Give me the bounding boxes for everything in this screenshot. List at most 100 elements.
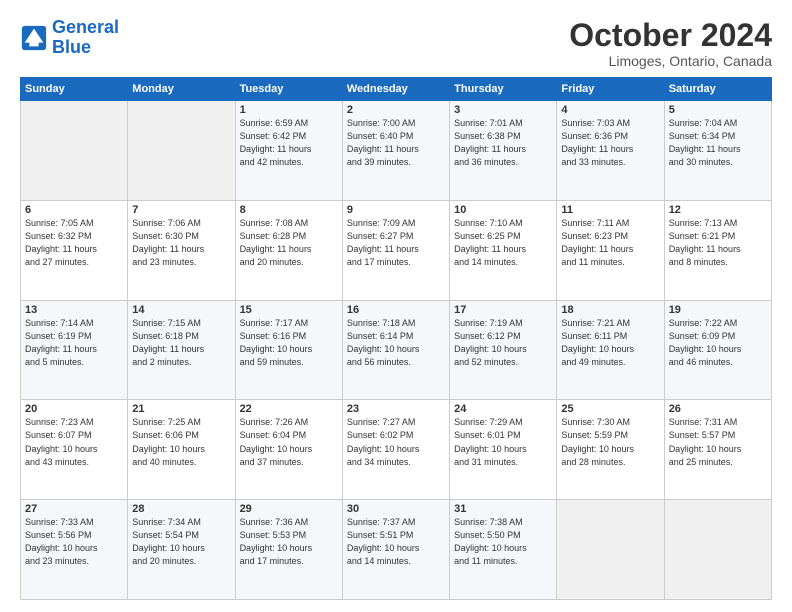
calendar-cell: 5Sunrise: 7:04 AMSunset: 6:34 PMDaylight… bbox=[664, 101, 771, 201]
calendar-cell: 7Sunrise: 7:06 AMSunset: 6:30 PMDaylight… bbox=[128, 200, 235, 300]
day-info: Sunrise: 7:21 AMSunset: 6:11 PMDaylight:… bbox=[561, 317, 659, 369]
day-number: 14 bbox=[132, 304, 230, 316]
day-info: Sunrise: 7:08 AMSunset: 6:28 PMDaylight:… bbox=[240, 217, 338, 269]
day-number: 5 bbox=[669, 104, 767, 116]
calendar-cell: 22Sunrise: 7:26 AMSunset: 6:04 PMDayligh… bbox=[235, 400, 342, 500]
calendar-cell: 2Sunrise: 7:00 AMSunset: 6:40 PMDaylight… bbox=[342, 101, 449, 201]
calendar-cell: 18Sunrise: 7:21 AMSunset: 6:11 PMDayligh… bbox=[557, 300, 664, 400]
month-title: October 2024 bbox=[569, 18, 772, 53]
location: Limoges, Ontario, Canada bbox=[569, 53, 772, 69]
day-info: Sunrise: 7:30 AMSunset: 5:59 PMDaylight:… bbox=[561, 416, 659, 468]
day-number: 20 bbox=[25, 403, 123, 415]
day-info: Sunrise: 7:00 AMSunset: 6:40 PMDaylight:… bbox=[347, 117, 445, 169]
day-number: 18 bbox=[561, 304, 659, 316]
day-number: 10 bbox=[454, 204, 552, 216]
day-info: Sunrise: 7:11 AMSunset: 6:23 PMDaylight:… bbox=[561, 217, 659, 269]
calendar-day-header: Friday bbox=[557, 78, 664, 101]
calendar-cell: 24Sunrise: 7:29 AMSunset: 6:01 PMDayligh… bbox=[450, 400, 557, 500]
calendar-cell bbox=[128, 101, 235, 201]
day-number: 4 bbox=[561, 104, 659, 116]
day-number: 29 bbox=[240, 503, 338, 515]
day-info: Sunrise: 7:29 AMSunset: 6:01 PMDaylight:… bbox=[454, 416, 552, 468]
day-info: Sunrise: 7:09 AMSunset: 6:27 PMDaylight:… bbox=[347, 217, 445, 269]
day-info: Sunrise: 6:59 AMSunset: 6:42 PMDaylight:… bbox=[240, 117, 338, 169]
calendar-week-row: 13Sunrise: 7:14 AMSunset: 6:19 PMDayligh… bbox=[21, 300, 772, 400]
day-info: Sunrise: 7:01 AMSunset: 6:38 PMDaylight:… bbox=[454, 117, 552, 169]
day-number: 7 bbox=[132, 204, 230, 216]
calendar-cell bbox=[21, 101, 128, 201]
day-info: Sunrise: 7:17 AMSunset: 6:16 PMDaylight:… bbox=[240, 317, 338, 369]
day-info: Sunrise: 7:38 AMSunset: 5:50 PMDaylight:… bbox=[454, 516, 552, 568]
day-info: Sunrise: 7:18 AMSunset: 6:14 PMDaylight:… bbox=[347, 317, 445, 369]
day-number: 9 bbox=[347, 204, 445, 216]
day-number: 8 bbox=[240, 204, 338, 216]
calendar-cell: 8Sunrise: 7:08 AMSunset: 6:28 PMDaylight… bbox=[235, 200, 342, 300]
calendar-week-row: 20Sunrise: 7:23 AMSunset: 6:07 PMDayligh… bbox=[21, 400, 772, 500]
calendar-cell: 23Sunrise: 7:27 AMSunset: 6:02 PMDayligh… bbox=[342, 400, 449, 500]
day-number: 30 bbox=[347, 503, 445, 515]
day-info: Sunrise: 7:25 AMSunset: 6:06 PMDaylight:… bbox=[132, 416, 230, 468]
calendar-cell: 14Sunrise: 7:15 AMSunset: 6:18 PMDayligh… bbox=[128, 300, 235, 400]
calendar-cell: 21Sunrise: 7:25 AMSunset: 6:06 PMDayligh… bbox=[128, 400, 235, 500]
day-info: Sunrise: 7:04 AMSunset: 6:34 PMDaylight:… bbox=[669, 117, 767, 169]
day-info: Sunrise: 7:27 AMSunset: 6:02 PMDaylight:… bbox=[347, 416, 445, 468]
calendar-day-header: Wednesday bbox=[342, 78, 449, 101]
day-number: 21 bbox=[132, 403, 230, 415]
day-info: Sunrise: 7:14 AMSunset: 6:19 PMDaylight:… bbox=[25, 317, 123, 369]
header: General Blue October 2024 Limoges, Ontar… bbox=[20, 18, 772, 69]
calendar-week-row: 1Sunrise: 6:59 AMSunset: 6:42 PMDaylight… bbox=[21, 101, 772, 201]
calendar-day-header: Sunday bbox=[21, 78, 128, 101]
calendar-day-header: Tuesday bbox=[235, 78, 342, 101]
day-info: Sunrise: 7:19 AMSunset: 6:12 PMDaylight:… bbox=[454, 317, 552, 369]
title-block: October 2024 Limoges, Ontario, Canada bbox=[569, 18, 772, 69]
day-number: 3 bbox=[454, 104, 552, 116]
day-info: Sunrise: 7:33 AMSunset: 5:56 PMDaylight:… bbox=[25, 516, 123, 568]
calendar-cell: 30Sunrise: 7:37 AMSunset: 5:51 PMDayligh… bbox=[342, 500, 449, 600]
day-number: 26 bbox=[669, 403, 767, 415]
day-info: Sunrise: 7:15 AMSunset: 6:18 PMDaylight:… bbox=[132, 317, 230, 369]
day-number: 22 bbox=[240, 403, 338, 415]
calendar-cell bbox=[664, 500, 771, 600]
day-info: Sunrise: 7:34 AMSunset: 5:54 PMDaylight:… bbox=[132, 516, 230, 568]
day-number: 25 bbox=[561, 403, 659, 415]
day-number: 28 bbox=[132, 503, 230, 515]
day-number: 24 bbox=[454, 403, 552, 415]
calendar-week-row: 6Sunrise: 7:05 AMSunset: 6:32 PMDaylight… bbox=[21, 200, 772, 300]
day-info: Sunrise: 7:26 AMSunset: 6:04 PMDaylight:… bbox=[240, 416, 338, 468]
calendar-cell: 1Sunrise: 6:59 AMSunset: 6:42 PMDaylight… bbox=[235, 101, 342, 201]
day-number: 17 bbox=[454, 304, 552, 316]
calendar-cell: 12Sunrise: 7:13 AMSunset: 6:21 PMDayligh… bbox=[664, 200, 771, 300]
calendar-cell: 9Sunrise: 7:09 AMSunset: 6:27 PMDaylight… bbox=[342, 200, 449, 300]
day-number: 11 bbox=[561, 204, 659, 216]
calendar-cell: 31Sunrise: 7:38 AMSunset: 5:50 PMDayligh… bbox=[450, 500, 557, 600]
page: General Blue October 2024 Limoges, Ontar… bbox=[0, 0, 792, 612]
day-info: Sunrise: 7:36 AMSunset: 5:53 PMDaylight:… bbox=[240, 516, 338, 568]
day-number: 6 bbox=[25, 204, 123, 216]
calendar-cell: 19Sunrise: 7:22 AMSunset: 6:09 PMDayligh… bbox=[664, 300, 771, 400]
day-info: Sunrise: 7:05 AMSunset: 6:32 PMDaylight:… bbox=[25, 217, 123, 269]
calendar-cell: 26Sunrise: 7:31 AMSunset: 5:57 PMDayligh… bbox=[664, 400, 771, 500]
day-info: Sunrise: 7:10 AMSunset: 6:25 PMDaylight:… bbox=[454, 217, 552, 269]
calendar-day-header: Monday bbox=[128, 78, 235, 101]
day-info: Sunrise: 7:03 AMSunset: 6:36 PMDaylight:… bbox=[561, 117, 659, 169]
calendar-cell: 28Sunrise: 7:34 AMSunset: 5:54 PMDayligh… bbox=[128, 500, 235, 600]
day-info: Sunrise: 7:37 AMSunset: 5:51 PMDaylight:… bbox=[347, 516, 445, 568]
calendar-header-row: SundayMondayTuesdayWednesdayThursdayFrid… bbox=[21, 78, 772, 101]
calendar-cell bbox=[557, 500, 664, 600]
calendar-day-header: Thursday bbox=[450, 78, 557, 101]
calendar-cell: 6Sunrise: 7:05 AMSunset: 6:32 PMDaylight… bbox=[21, 200, 128, 300]
day-info: Sunrise: 7:31 AMSunset: 5:57 PMDaylight:… bbox=[669, 416, 767, 468]
calendar-week-row: 27Sunrise: 7:33 AMSunset: 5:56 PMDayligh… bbox=[21, 500, 772, 600]
day-number: 31 bbox=[454, 503, 552, 515]
day-info: Sunrise: 7:13 AMSunset: 6:21 PMDaylight:… bbox=[669, 217, 767, 269]
day-number: 1 bbox=[240, 104, 338, 116]
day-number: 23 bbox=[347, 403, 445, 415]
day-number: 12 bbox=[669, 204, 767, 216]
day-number: 19 bbox=[669, 304, 767, 316]
calendar-table: SundayMondayTuesdayWednesdayThursdayFrid… bbox=[20, 77, 772, 600]
logo: General Blue bbox=[20, 18, 119, 58]
calendar-day-header: Saturday bbox=[664, 78, 771, 101]
calendar-cell: 10Sunrise: 7:10 AMSunset: 6:25 PMDayligh… bbox=[450, 200, 557, 300]
calendar-cell: 27Sunrise: 7:33 AMSunset: 5:56 PMDayligh… bbox=[21, 500, 128, 600]
calendar-cell: 29Sunrise: 7:36 AMSunset: 5:53 PMDayligh… bbox=[235, 500, 342, 600]
